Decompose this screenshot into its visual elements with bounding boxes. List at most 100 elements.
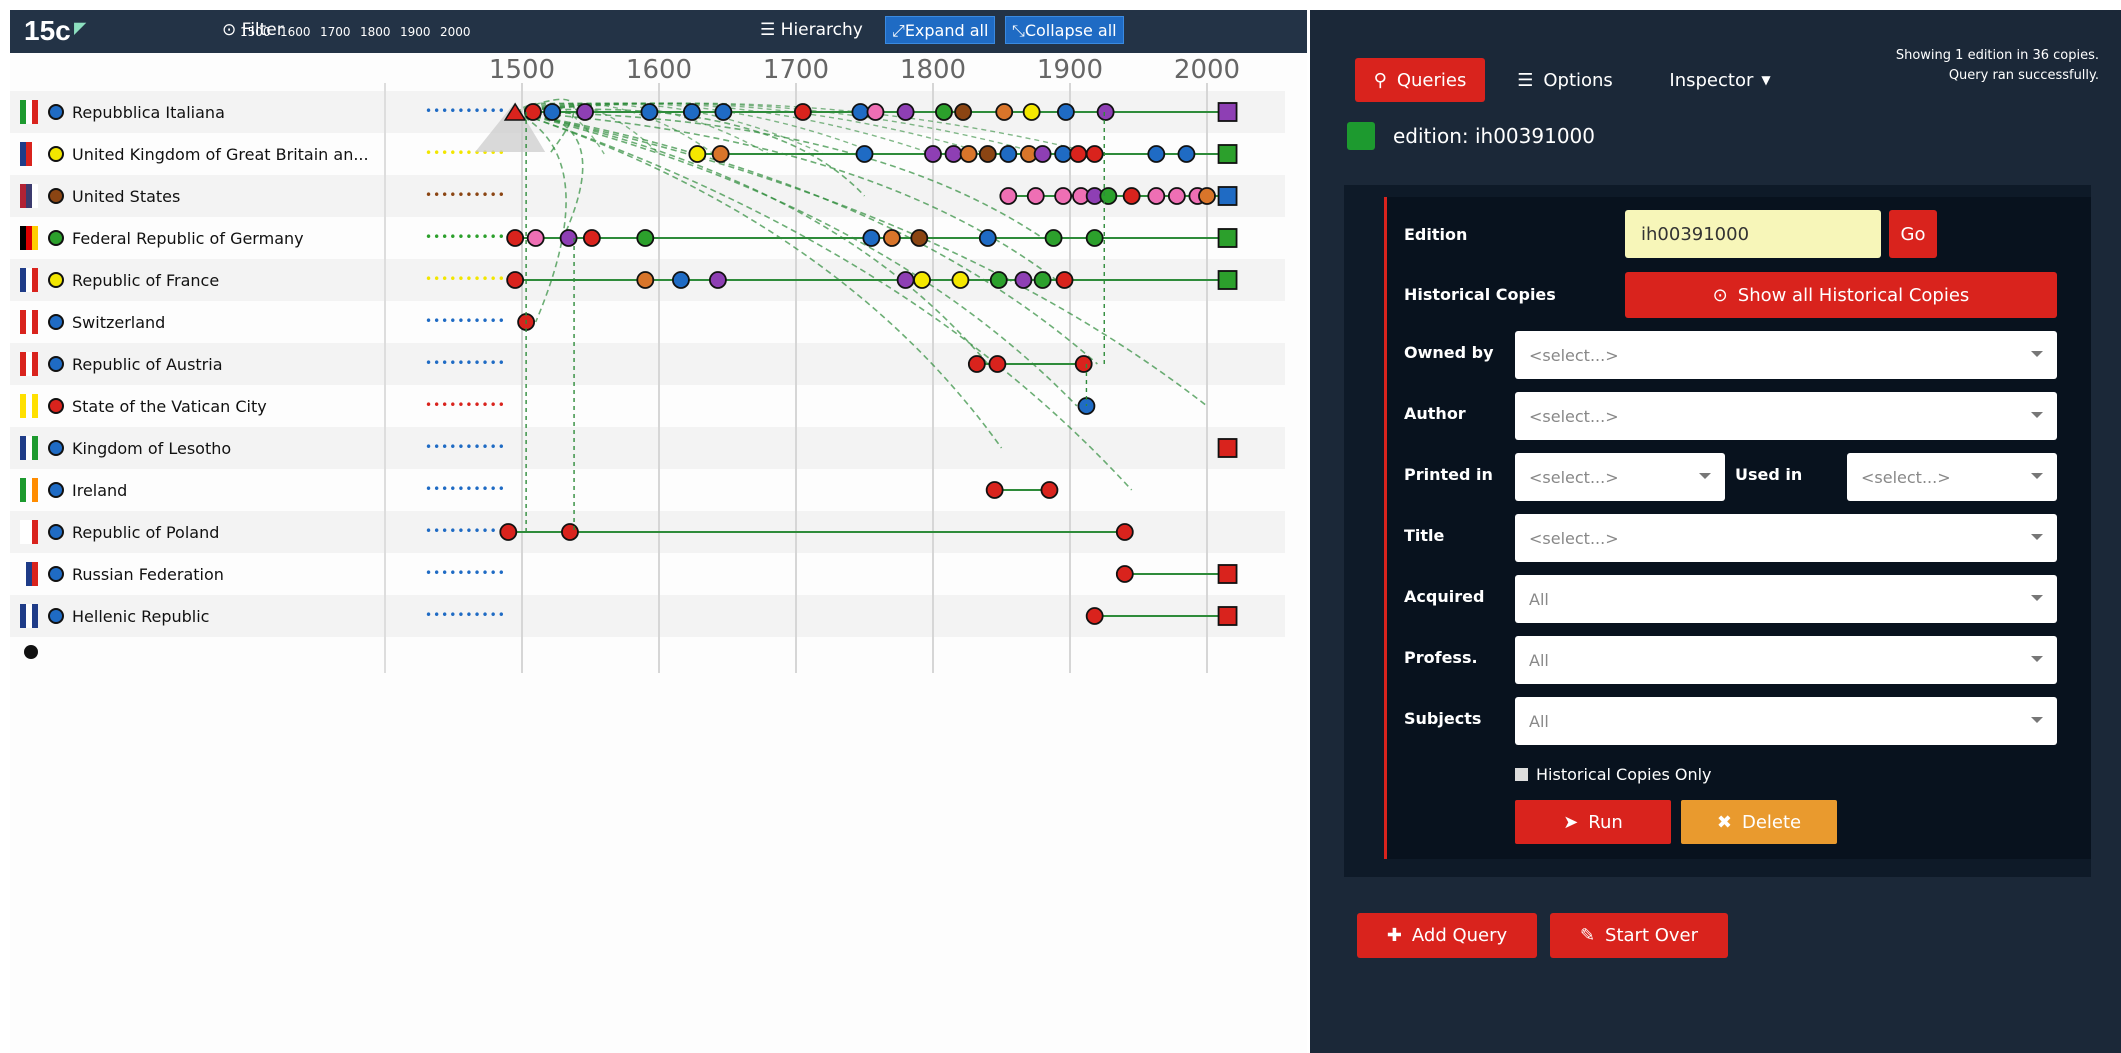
- year-tick-1500[interactable]: 1500: [240, 25, 271, 39]
- edition-color-swatch[interactable]: [1347, 122, 1375, 150]
- copy-dot[interactable]: [967, 355, 986, 373]
- copy-dot[interactable]: [951, 271, 970, 289]
- year-tick-1900[interactable]: 1900: [400, 25, 431, 39]
- copy-dot[interactable]: [978, 145, 997, 163]
- edition-square[interactable]: [1217, 186, 1238, 206]
- timeline-visualization[interactable]: Repubblica Italiana •••••••••• United King…: [10, 53, 1307, 1053]
- copy-dot[interactable]: [499, 523, 518, 541]
- edition-input[interactable]: ih00391000: [1625, 210, 1881, 258]
- copy-dot[interactable]: [954, 103, 973, 121]
- copy-dot[interactable]: [1033, 145, 1052, 163]
- copy-dot[interactable]: [995, 103, 1014, 121]
- copy-dot[interactable]: [1055, 271, 1074, 289]
- copy-dot[interactable]: [1069, 145, 1088, 163]
- copy-dot[interactable]: [999, 145, 1018, 163]
- hierarchy-toggle[interactable]: ☰ Hierarchy: [760, 20, 863, 40]
- copy-dot[interactable]: [1040, 481, 1059, 499]
- copy-dot[interactable]: [526, 229, 545, 247]
- edition-header[interactable]: edition: ih00391000: [1347, 122, 1595, 150]
- copy-dot[interactable]: [1115, 523, 1134, 541]
- show-all-historical-button[interactable]: ⊙ Show all Historical Copies: [1625, 272, 2057, 318]
- profess-select[interactable]: All: [1515, 636, 2057, 684]
- year-tick-1800[interactable]: 1800: [360, 25, 391, 39]
- edition-square[interactable]: [1217, 438, 1238, 458]
- tab-inspector[interactable]: Inspector ▼: [1650, 58, 1790, 102]
- copy-dot[interactable]: [959, 145, 978, 163]
- copy-dot[interactable]: [561, 523, 579, 541]
- copy-dot[interactable]: [576, 103, 594, 121]
- copy-dot[interactable]: [682, 103, 701, 121]
- copy-dot[interactable]: [1115, 565, 1134, 583]
- copy-dot[interactable]: [506, 271, 525, 289]
- copy-dot[interactable]: [866, 103, 885, 121]
- author-select[interactable]: <select...>: [1515, 392, 2057, 440]
- copy-dot[interactable]: [1054, 187, 1073, 205]
- copy-dot[interactable]: [1099, 187, 1118, 205]
- copy-dot[interactable]: [1085, 607, 1104, 625]
- copy-dot[interactable]: [688, 145, 707, 163]
- used-in-select[interactable]: <select...>: [1847, 453, 2057, 501]
- copy-dot[interactable]: [1198, 187, 1216, 205]
- app-logo[interactable]: 15c: [24, 15, 71, 47]
- copy-dot[interactable]: [1054, 145, 1073, 163]
- copy-dot[interactable]: [935, 103, 953, 121]
- copy-dot[interactable]: [711, 145, 730, 163]
- copy-dot[interactable]: [862, 229, 881, 247]
- copy-dot[interactable]: [999, 187, 1018, 205]
- copy-dot[interactable]: [524, 103, 542, 121]
- copy-dot[interactable]: [896, 103, 915, 121]
- start-over-button[interactable]: ✎ Start Over: [1550, 913, 1728, 958]
- copy-dot[interactable]: [793, 103, 812, 121]
- copy-dot[interactable]: [1056, 103, 1075, 121]
- title-select[interactable]: <select...>: [1515, 514, 2057, 562]
- acquired-select[interactable]: All: [1515, 575, 2057, 623]
- run-button[interactable]: ➤ Run: [1515, 800, 1671, 844]
- owned-by-select[interactable]: <select...>: [1515, 331, 2057, 379]
- copy-dot[interactable]: [1014, 271, 1033, 289]
- add-query-button[interactable]: ✚ Add Query: [1357, 913, 1537, 958]
- checkbox-icon[interactable]: [1515, 768, 1528, 781]
- year-tick-1600[interactable]: 1600: [280, 25, 311, 39]
- expand-all-button[interactable]: ⤢Expand all: [885, 16, 996, 44]
- edition-square[interactable]: [1217, 144, 1238, 164]
- year-tick-1700[interactable]: 1700: [320, 25, 351, 39]
- copy-dot[interactable]: [1044, 229, 1063, 247]
- copy-dot[interactable]: [913, 271, 931, 289]
- copy-dot[interactable]: [978, 229, 997, 247]
- copy-dot[interactable]: [1096, 103, 1115, 121]
- year-tick-2000[interactable]: 2000: [440, 25, 471, 39]
- copy-dot[interactable]: [924, 145, 942, 163]
- timeline-chart[interactable]: 1500 1600 1700 1800 1900 2000: [10, 53, 1307, 673]
- copy-dot[interactable]: [582, 229, 601, 247]
- copy-dot[interactable]: [1085, 229, 1104, 247]
- copy-dot[interactable]: [910, 229, 929, 247]
- copy-dot[interactable]: [543, 103, 562, 121]
- tab-options[interactable]: ☰ Options: [1505, 58, 1625, 102]
- tab-queries[interactable]: ⚲ Queries: [1355, 58, 1485, 102]
- copy-dot[interactable]: [1147, 145, 1166, 163]
- copy-dot[interactable]: [1074, 355, 1093, 373]
- copy-dot[interactable]: [636, 229, 655, 247]
- copy-dot[interactable]: [1177, 145, 1196, 163]
- historical-copies-only-checkbox[interactable]: Historical Copies Only: [1515, 765, 1712, 784]
- copy-dot[interactable]: [1122, 187, 1141, 205]
- copy-dot[interactable]: [640, 103, 659, 121]
- delete-button[interactable]: ✖ Delete: [1681, 800, 1837, 844]
- copy-dot[interactable]: [672, 271, 690, 289]
- copy-dot[interactable]: [714, 103, 733, 121]
- copy-dot[interactable]: [944, 145, 963, 163]
- copy-dot[interactable]: [883, 229, 901, 247]
- copy-dot[interactable]: [855, 145, 874, 163]
- copy-dot[interactable]: [709, 271, 727, 289]
- copy-dot[interactable]: [1033, 271, 1052, 289]
- printed-in-select[interactable]: <select...>: [1515, 453, 1725, 501]
- copy-dot[interactable]: [636, 271, 655, 289]
- edition-square[interactable]: [1217, 564, 1238, 584]
- edition-square[interactable]: [1217, 102, 1238, 122]
- copy-dot[interactable]: [506, 229, 525, 247]
- copy-dot[interactable]: [851, 103, 870, 121]
- copy-dot[interactable]: [1022, 103, 1041, 121]
- copy-dot[interactable]: [985, 481, 1004, 499]
- copy-dot[interactable]: [896, 271, 915, 289]
- go-button[interactable]: Go: [1889, 210, 1937, 258]
